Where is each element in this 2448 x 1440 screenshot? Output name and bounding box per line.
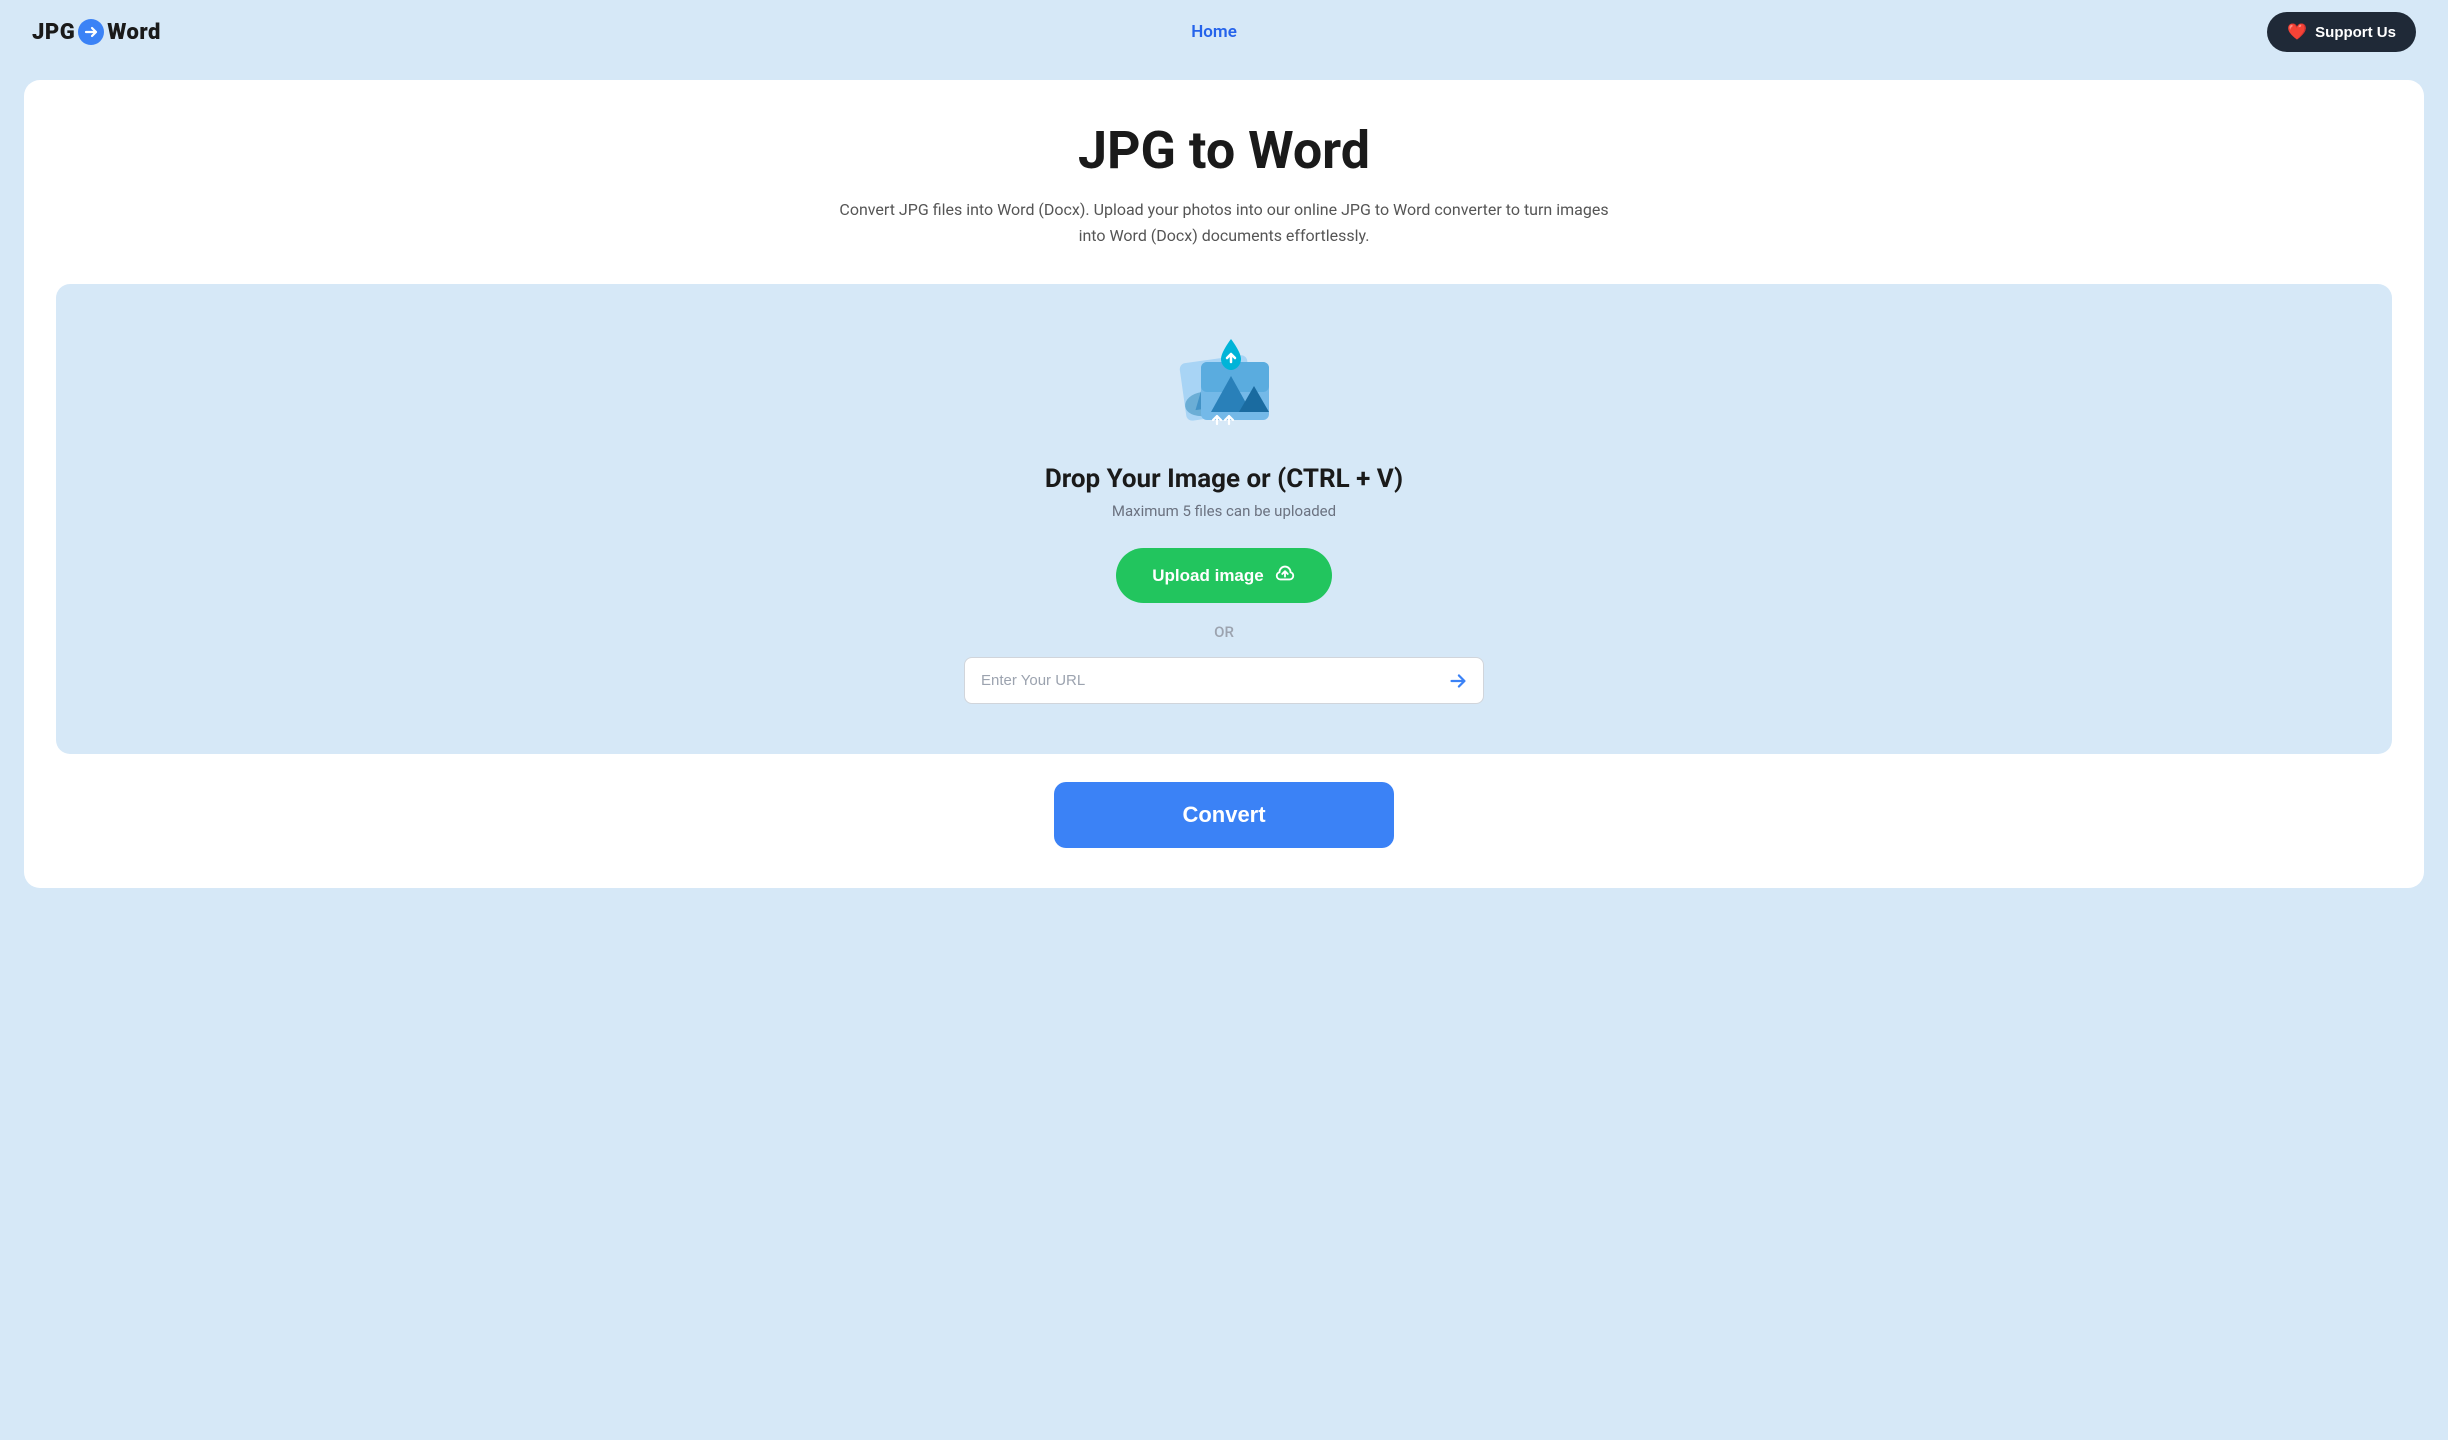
cloud-upload-icon xyxy=(1274,562,1296,589)
logo-arrow-icon xyxy=(78,19,104,45)
support-button[interactable]: ❤️ Support Us xyxy=(2267,12,2416,52)
main-wrapper: JPG to Word Convert JPG files into Word … xyxy=(0,64,2448,952)
heart-icon: ❤️ xyxy=(2287,22,2307,42)
logo-suffix: Word xyxy=(107,20,161,45)
content-card: JPG to Word Convert JPG files into Word … xyxy=(24,80,2424,888)
upload-label: Upload image xyxy=(1152,566,1263,586)
upload-image-button[interactable]: Upload image xyxy=(1116,548,1331,603)
convert-button[interactable]: Convert xyxy=(1054,782,1394,848)
or-separator: OR xyxy=(1214,623,1234,641)
logo: JPG Word xyxy=(32,19,161,45)
url-input-wrapper xyxy=(964,657,1484,704)
page-title: JPG to Word xyxy=(56,120,2392,181)
bottom-hint-bar xyxy=(24,888,2424,928)
dropzone[interactable]: Drop Your Image or (CTRL + V) Maximum 5 … xyxy=(56,284,2392,754)
drop-title: Drop Your Image or (CTRL + V) xyxy=(1045,464,1403,494)
url-submit-button[interactable] xyxy=(1433,660,1483,702)
drop-subtitle: Maximum 5 files can be uploaded xyxy=(1112,502,1336,520)
nav-home-link[interactable]: Home xyxy=(1191,22,1237,42)
support-label: Support Us xyxy=(2315,24,2396,41)
page-subtitle: Convert JPG files into Word (Docx). Uplo… xyxy=(824,197,1624,248)
upload-illustration xyxy=(1169,334,1279,444)
navbar: JPG Word Home ❤️ Support Us xyxy=(0,0,2448,64)
logo-prefix: JPG xyxy=(32,20,75,45)
url-input[interactable] xyxy=(965,658,1433,703)
